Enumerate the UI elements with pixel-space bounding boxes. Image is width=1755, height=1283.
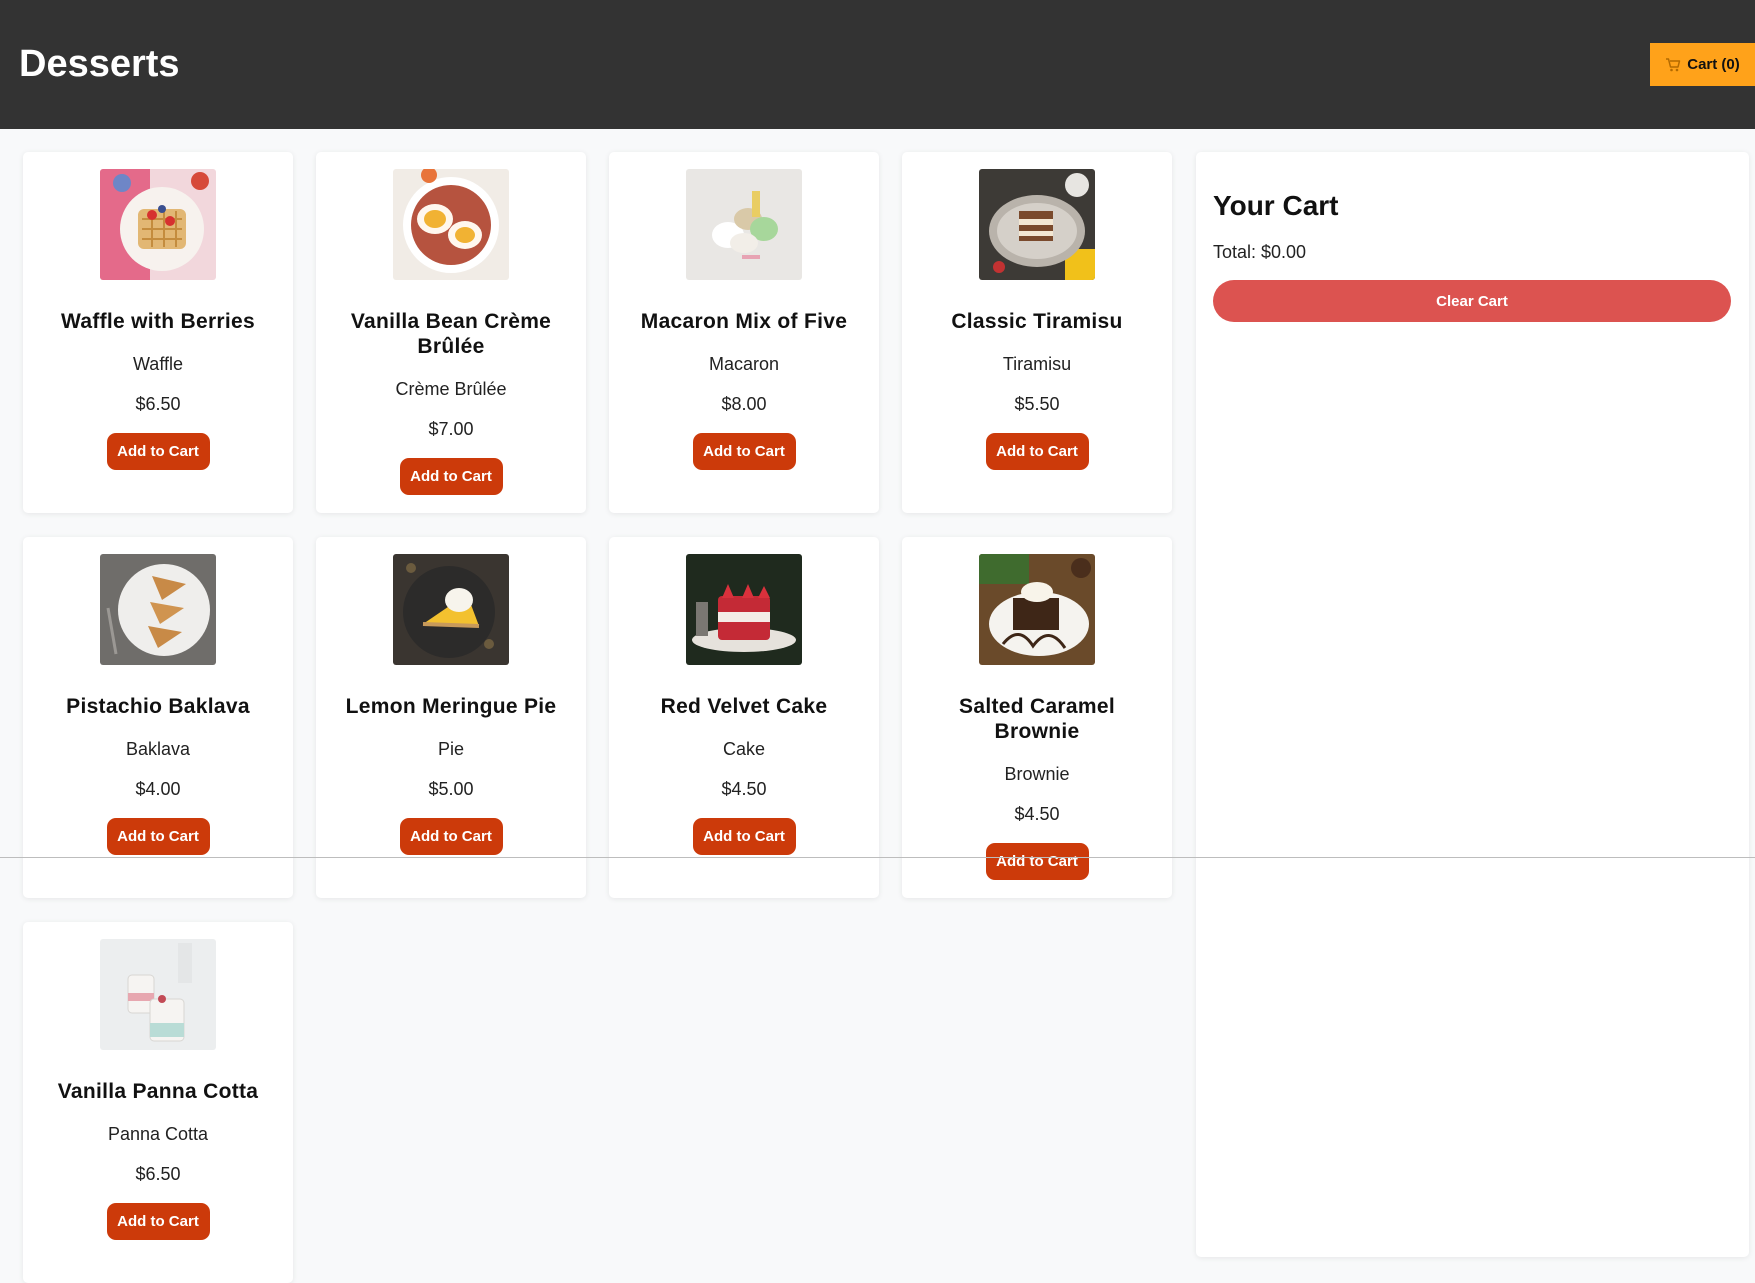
tiramisu-photo [979, 169, 1095, 280]
product-card: Classic Tiramisu Tiramisu $5.50 Add to C… [902, 152, 1172, 513]
cart-panel: Your Cart Total: $0.00 Clear Cart [1196, 152, 1749, 1257]
product-category: Panna Cotta [107, 1124, 209, 1144]
red-velvet-photo [686, 554, 802, 665]
shopping-cart-icon [1665, 57, 1681, 72]
product-price: $5.00 [428, 779, 474, 799]
baklava-photo [100, 554, 216, 665]
product-name: Waffle with Berries [61, 310, 255, 333]
add-to-cart-button[interactable]: Add to Cart [106, 1203, 210, 1240]
product-name: Pistachio Baklava [66, 695, 250, 718]
product-name: Classic Tiramisu [951, 310, 1123, 333]
product-card: Salted Caramel Brownie Brownie $4.50 Add… [902, 537, 1172, 898]
brownie-photo [979, 554, 1095, 665]
product-price: $4.50 [721, 779, 767, 799]
product-category: Baklava [125, 739, 191, 759]
product-price: $4.50 [1014, 804, 1060, 824]
product-category: Tiramisu [1002, 354, 1072, 374]
clear-cart-button[interactable]: Clear Cart [1213, 280, 1731, 322]
cart-button-label: Cart (0) [1687, 56, 1740, 73]
product-price: $8.00 [721, 394, 767, 414]
product-category: Brownie [1004, 764, 1070, 784]
product-card: Vanilla Panna Cotta Panna Cotta $6.50 Ad… [23, 922, 293, 1283]
add-to-cart-button[interactable]: Add to Cart [692, 818, 796, 855]
product-card: Vanilla Bean Crème Brûlée Crème Brûlée $… [316, 152, 586, 513]
add-to-cart-button[interactable]: Add to Cart [106, 433, 210, 470]
product-card: Lemon Meringue Pie Pie $5.00 Add to Cart [316, 537, 586, 898]
product-price: $6.50 [135, 394, 181, 414]
product-name: Vanilla Bean Crème Brûlée [350, 310, 552, 358]
panna-cotta-photo [100, 939, 216, 1050]
product-category: Crème Brûlée [395, 379, 507, 399]
product-category: Macaron [708, 354, 780, 374]
top-header: Desserts Cart (0) [0, 0, 1755, 129]
product-card: Macaron Mix of Five Macaron $8.00 Add to… [609, 152, 879, 513]
waffle-photo [100, 169, 216, 280]
product-price: $5.50 [1014, 394, 1060, 414]
page-title: Desserts [19, 43, 180, 85]
divider-line [0, 857, 1755, 858]
product-name: Macaron Mix of Five [640, 310, 848, 333]
product-name: Red Velvet Cake [660, 695, 828, 718]
cart-total: Total: $0.00 [1213, 242, 1307, 262]
product-price: $4.00 [135, 779, 181, 799]
product-card: Red Velvet Cake Cake $4.50 Add to Cart [609, 537, 879, 898]
product-category: Waffle [132, 354, 184, 374]
product-name: Salted Caramel Brownie [959, 695, 1115, 743]
product-name: Lemon Meringue Pie [345, 695, 557, 718]
add-to-cart-button[interactable]: Add to Cart [692, 433, 796, 470]
add-to-cart-button[interactable]: Add to Cart [399, 458, 503, 495]
cart-title: Your Cart [1213, 190, 1339, 221]
add-to-cart-button[interactable]: Add to Cart [399, 818, 503, 855]
product-price: $7.00 [428, 419, 474, 439]
product-category: Cake [722, 739, 766, 759]
add-to-cart-button[interactable]: Add to Cart [106, 818, 210, 855]
creme-brulee-photo [393, 169, 509, 280]
add-to-cart-button[interactable]: Add to Cart [985, 843, 1089, 880]
add-to-cart-button[interactable]: Add to Cart [985, 433, 1089, 470]
product-card: Pistachio Baklava Baklava $4.00 Add to C… [23, 537, 293, 898]
cart-button[interactable]: Cart (0) [1650, 43, 1755, 86]
macaron-photo [686, 169, 802, 280]
product-grid: Waffle with Berries Waffle $6.50 Add to … [23, 152, 1172, 1283]
product-category: Pie [437, 739, 464, 759]
lemon-pie-photo [393, 554, 509, 665]
product-name: Vanilla Panna Cotta [57, 1080, 259, 1103]
product-price: $6.50 [135, 1164, 181, 1184]
product-card: Waffle with Berries Waffle $6.50 Add to … [23, 152, 293, 513]
